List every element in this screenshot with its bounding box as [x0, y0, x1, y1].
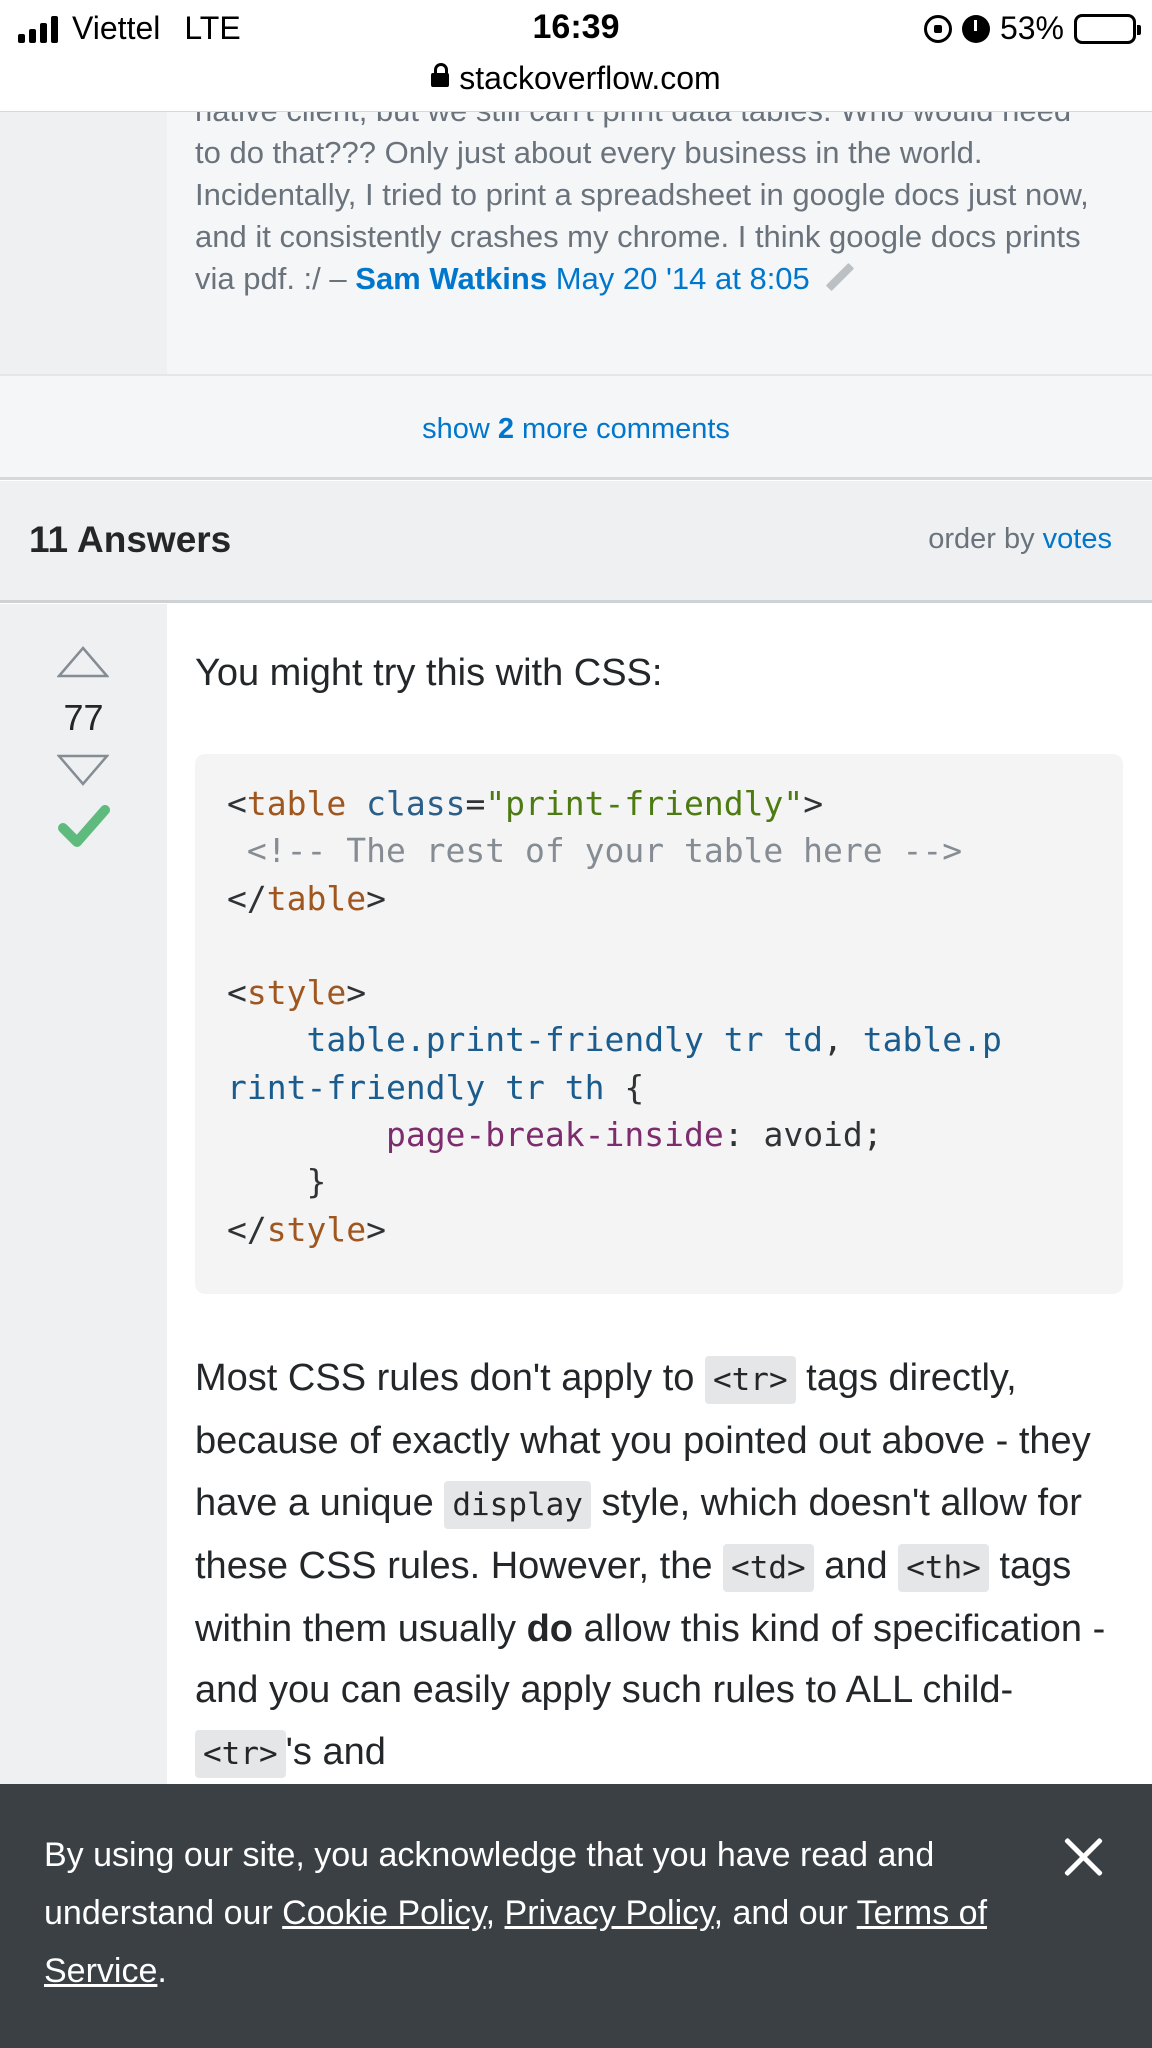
battery-icon [1074, 13, 1141, 44]
show-more-comments-link[interactable]: show 2 more comments [0, 374, 1152, 480]
close-icon[interactable] [1058, 1832, 1108, 1882]
privacy-policy-link[interactable]: Privacy Policy [505, 1894, 714, 1932]
order-by-votes-link[interactable]: votes [1043, 523, 1112, 555]
lock-icon [431, 63, 450, 87]
answers-count-title: 11 Answers [29, 519, 232, 560]
vote-count: 77 [63, 697, 104, 738]
orientation-lock-icon [923, 14, 952, 43]
inline-code: display [444, 1480, 591, 1529]
carrier-name: Viettel [72, 10, 161, 46]
answer-intro: You might try this with CSS: [195, 652, 663, 694]
signal-icon [18, 15, 58, 43]
inline-code: <tr> [195, 1729, 286, 1778]
vote-down-icon[interactable] [57, 754, 109, 786]
status-left: Viettel LTE [18, 10, 241, 47]
url-bar[interactable]: stackoverflow.com [0, 56, 1152, 112]
comment-date-link[interactable]: May 20 '14 at 8:05 [556, 261, 810, 296]
comment-body: native client, but we still can't print … [195, 112, 1095, 300]
show-more-prefix: show [422, 413, 498, 445]
answers-header: 11 Answers order by votes [0, 481, 1152, 603]
status-bar: Viettel LTE 16:39 53% [0, 0, 1152, 56]
network-type: LTE [184, 10, 241, 46]
show-more-suffix: more comments [513, 413, 730, 445]
answer-post: 77 You might try this with CSS: <table c… [0, 604, 1152, 1784]
inline-code: <tr> [704, 1356, 796, 1404]
vote-up-icon[interactable] [57, 646, 109, 678]
show-more-count: 2 [497, 413, 514, 445]
comment-gutter [0, 112, 167, 374]
comment-author-link[interactable]: Sam Watkins [355, 261, 547, 296]
code-block: <table class="print-friendly"> <!-- The … [195, 754, 1123, 1294]
inline-code: <td> [723, 1543, 814, 1592]
status-right: 53% [923, 10, 1141, 47]
url-text: stackoverflow.com [459, 60, 721, 96]
vote-column: 77 [0, 604, 167, 1784]
pencil-icon [825, 262, 854, 291]
question-comment: native client, but we still can't print … [0, 112, 1152, 374]
cookie-text: By using our site, you acknowledge that … [44, 1836, 988, 1990]
battery-percent: 53% [999, 10, 1064, 46]
cookie-banner: By using our site, you acknowledge that … [0, 1784, 1152, 2048]
cookie-policy-link[interactable]: Cookie Policy [282, 1894, 485, 1932]
inline-code: <th> [898, 1543, 989, 1592]
answer-paragraph: Most CSS rules don't apply to <tr> tags … [195, 1348, 1130, 1785]
accepted-check-icon [58, 805, 110, 847]
order-by-label: order by [928, 523, 1043, 555]
order-by: order by votes [928, 523, 1112, 556]
alarm-icon [961, 14, 990, 43]
